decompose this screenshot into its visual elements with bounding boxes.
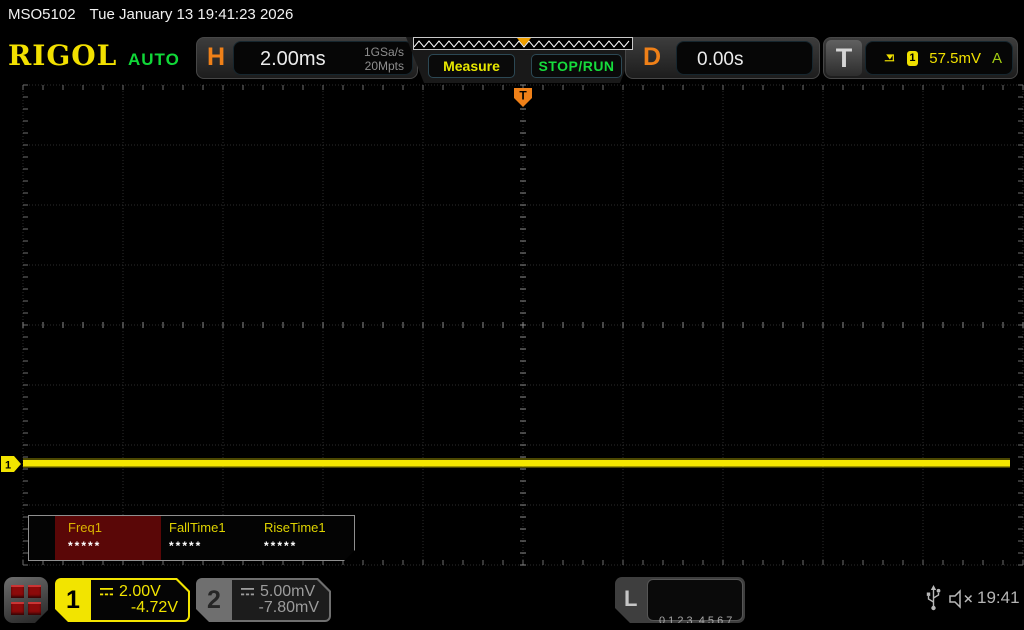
channel2-number: 2 [207, 585, 221, 614]
channel1-offset: -4.72V [130, 599, 178, 616]
measurement-results-panel: Freq1 ***** FallTime1 ***** RiseTime1 **… [28, 515, 355, 561]
channel1-widget[interactable]: 1 2.00V -4.72V [55, 578, 190, 622]
usb-icon [926, 585, 941, 611]
measurement-item-freq1[interactable]: Freq1 ***** [55, 516, 161, 560]
logic-label: L [624, 586, 638, 611]
overview-position-marker[interactable] [517, 38, 531, 46]
trigger-position-marker[interactable]: T [514, 88, 532, 107]
trigger-level-value: 57.5mV [929, 49, 981, 67]
measurement-name: RiseTime1 [264, 520, 326, 535]
datetime: Tue January 13 19:41:23 2026 [89, 6, 294, 23]
menu-grid-icon [28, 585, 41, 598]
header-bar: RIGOL AUTO H 2.00ms 1GSa/s 20Mpts Measur… [0, 30, 1024, 84]
channel2-offset: -7.80mV [258, 599, 319, 616]
trigger-status: A [991, 49, 1002, 67]
menu-grid-icon [11, 602, 24, 615]
waveform-overview-strip[interactable] [413, 37, 633, 50]
bottom-status-bar: 1 2.00V -4.72V 2 5.00mV -7.80mV L 0 1 2 … [0, 568, 1024, 630]
sample-rate: 1GSa/s [363, 45, 404, 59]
oscilloscope-screen: MSO5102 Tue January 13 19:41:23 2026 RIGO… [0, 0, 1024, 630]
dc-coupling-icon [240, 587, 255, 597]
measurement-value: ***** [264, 539, 298, 553]
quick-menu-button[interactable] [4, 577, 48, 623]
measurement-value: ***** [169, 539, 203, 553]
delay-inner: 0.00s [676, 41, 813, 75]
sample-rate-depth: 1GSa/s 20Mpts [364, 45, 404, 73]
graticule-svg: T 1 [1, 84, 1024, 566]
grid-lines [22, 84, 1024, 566]
logic-channel-numbers: 0 1 2 3 4 5 6 7 8 9 1011 12131415 [647, 579, 743, 621]
measurement-item-risetime1[interactable]: RiseTime1 ***** [256, 516, 351, 560]
logic-channels-widget[interactable]: L 0 1 2 3 4 5 6 7 8 9 1011 12131415 [615, 577, 745, 623]
measurement-name: FallTime1 [169, 520, 226, 535]
channel2-widget[interactable]: 2 5.00mV -7.80mV [196, 578, 331, 622]
channel1-info: 2.00V -4.72V [91, 580, 188, 620]
stop-run-button[interactable]: STOP/RUN [531, 54, 622, 78]
trigger-panel[interactable]: T 1 57.5mV A [823, 37, 1018, 79]
clock-display: 19:41 [977, 588, 1020, 607]
memory-depth: 20Mpts [364, 59, 404, 73]
channel2-info: 5.00mV -7.80mV [232, 580, 329, 620]
measure-button[interactable]: Measure [428, 54, 515, 78]
measurement-item-falltime1[interactable]: FallTime1 ***** [161, 516, 256, 560]
delay-panel[interactable]: D 0.00s [625, 37, 820, 79]
trigger-marker-letter: T [519, 89, 527, 103]
channel1-marker-number: 1 [5, 460, 11, 472]
measurement-value: ***** [68, 539, 102, 553]
delay-value: 0.00s [697, 49, 744, 70]
horizontal-settings-panel[interactable]: H 2.00ms 1GSa/s 20Mpts [196, 37, 418, 79]
logic-row1: 0 1 2 3 4 5 6 7 [659, 615, 733, 627]
horizontal-inner: 2.00ms 1GSa/s 20Mpts [233, 41, 413, 75]
timebase-value: 2.00ms [260, 48, 326, 70]
menu-grid-icon [28, 602, 41, 615]
menu-grid-icon [11, 585, 24, 598]
waveform-display-area[interactable]: T 1 [0, 84, 1024, 566]
speaker-muted-icon[interactable] [948, 589, 975, 609]
acquisition-mode-label: AUTO [128, 50, 180, 69]
trigger-inner: 1 57.5mV A [865, 41, 1013, 75]
dc-coupling-icon [99, 587, 114, 597]
measurement-name: Freq1 [68, 520, 102, 535]
trigger-label: T [826, 40, 862, 76]
channel1-number: 1 [66, 585, 80, 614]
rigol-logo: RIGOL [8, 39, 118, 72]
channel1-trace[interactable] [23, 460, 1010, 467]
top-status-bar: MSO5102 Tue January 13 19:41:23 2026 [0, 0, 1024, 30]
delay-label: D [643, 43, 662, 71]
trigger-slope-falling-icon [884, 54, 895, 62]
trigger-source-badge: 1 [906, 50, 919, 66]
model-and-datetime: MSO5102 Tue January 13 19:41:23 2026 [8, 6, 293, 23]
horizontal-label: H [207, 43, 226, 71]
model-name: MSO5102 [8, 6, 76, 23]
channel1-ground-marker[interactable]: 1 [1, 456, 21, 472]
